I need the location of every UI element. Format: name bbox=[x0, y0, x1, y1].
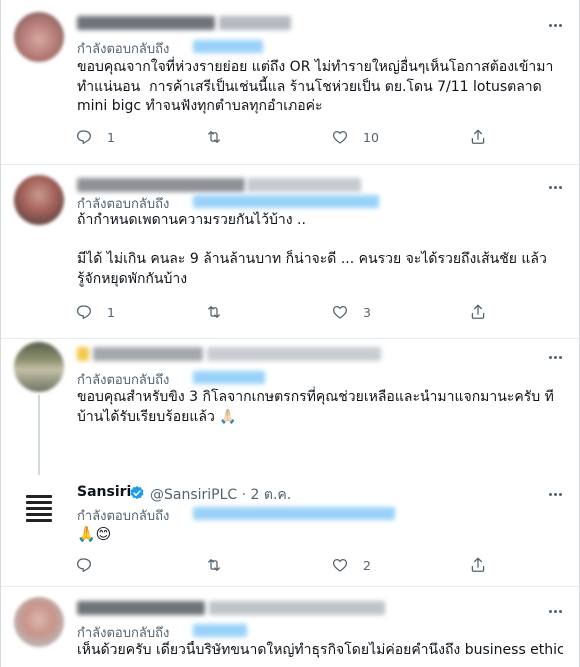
reply-tweet[interactable]: Sansiri @SansiriPLC · 2 ต.ค. กำลังตอบกลั… bbox=[1, 475, 579, 587]
reply-to-handle-redacted[interactable] bbox=[193, 371, 265, 384]
tweet-text: ขอบคุณสำหรับขิง 3 กิโลจากเกษตรกรที่คุณช่… bbox=[77, 389, 554, 425]
retweet-icon bbox=[208, 131, 220, 143]
author-handle-redacted[interactable] bbox=[207, 347, 381, 361]
like-count: 10 bbox=[363, 129, 379, 145]
like-icon bbox=[332, 130, 348, 144]
retweet-button[interactable] bbox=[205, 300, 223, 324]
reply-to-handle-redacted[interactable] bbox=[193, 507, 395, 520]
like-count: 2 bbox=[363, 557, 371, 573]
reply-to-label: กำลังตอบกลับถึง bbox=[77, 509, 170, 524]
reply-icon bbox=[76, 305, 92, 320]
reply-count: 1 bbox=[107, 304, 115, 320]
reply-to-handle-redacted[interactable] bbox=[193, 40, 263, 53]
reply-icon bbox=[76, 558, 92, 573]
more-icon[interactable] bbox=[545, 347, 565, 367]
avatar[interactable] bbox=[14, 175, 64, 225]
avatar[interactable] bbox=[14, 597, 64, 647]
tweet-text: ถ้ากำหนดเพดานความรวยกันไว้บ้าง .. มีได้ … bbox=[77, 212, 547, 287]
share-button[interactable] bbox=[469, 125, 487, 149]
reply-to-handle-redacted[interactable] bbox=[193, 195, 379, 208]
author-name-redacted[interactable] bbox=[77, 178, 245, 192]
more-icon[interactable] bbox=[545, 15, 565, 35]
reply-tweet[interactable]: กำลังตอบกลับถึง ถ้ากำหนดเพดานความรวยกันไ… bbox=[1, 165, 579, 340]
share-icon bbox=[471, 557, 485, 572]
reply-to-label: กำลังตอบกลับถึง bbox=[77, 626, 170, 641]
tweet-text: 🙏😊 bbox=[77, 525, 112, 543]
tweet-text: เห็นด้วยครับ เดี๋ยวนี้บริษัทขนาดใหญ่ทำธุ… bbox=[77, 642, 563, 658]
timeline: กำลังตอบกลับถึง ขอบคุณจากใจที่ห่วงรายย่อ… bbox=[0, 0, 580, 667]
retweet-icon bbox=[208, 559, 220, 571]
sansiri-logo[interactable] bbox=[14, 483, 64, 533]
author-handle[interactable]: @SansiriPLC · 2 ต.ค. bbox=[150, 484, 291, 506]
retweet-button[interactable] bbox=[205, 553, 223, 577]
tweet-actions: 2 bbox=[65, 553, 505, 577]
like-icon bbox=[332, 558, 348, 572]
reply-button[interactable]: 1 bbox=[75, 125, 115, 149]
reply-to-label: กำลังตอบกลับถึง bbox=[77, 373, 170, 388]
reply-tweet[interactable]: กำลังตอบกลับถึง ขอบคุณจากใจที่ห่วงรายย่อ… bbox=[1, 0, 579, 165]
share-button[interactable] bbox=[469, 553, 487, 577]
author-handle-redacted[interactable] bbox=[209, 601, 385, 615]
tweet-actions: 1 3 bbox=[65, 300, 505, 324]
verified-badge-icon bbox=[130, 486, 144, 500]
like-icon bbox=[332, 305, 348, 319]
reply-icon bbox=[76, 130, 92, 145]
avatar[interactable] bbox=[14, 12, 64, 62]
more-icon[interactable] bbox=[545, 177, 565, 197]
reply-to-handle-redacted[interactable] bbox=[193, 624, 247, 637]
share-icon bbox=[471, 129, 485, 144]
like-count: 3 bbox=[363, 304, 371, 320]
author-name-redacted[interactable] bbox=[77, 347, 89, 361]
reply-tweet[interactable]: กำลังตอบกลับถึง เห็นด้วยครับ เดี๋ยวนี้บร… bbox=[1, 587, 579, 667]
more-icon[interactable] bbox=[545, 601, 565, 621]
retweet-button[interactable] bbox=[205, 125, 223, 149]
like-button[interactable]: 2 bbox=[331, 553, 371, 577]
retweet-icon bbox=[208, 306, 220, 318]
avatar[interactable] bbox=[14, 342, 64, 392]
author-name-redacted[interactable] bbox=[93, 347, 203, 361]
tweet-text: ขอบคุณจากใจที่ห่วงรายย่อย แต่ถึง OR ไม่ท… bbox=[77, 59, 554, 114]
thread-connector bbox=[38, 395, 40, 475]
author-handle-redacted[interactable] bbox=[219, 16, 291, 30]
reply-tweet[interactable]: กำลังตอบกลับถึง ขอบคุณสำหรับขิง 3 กิโลจา… bbox=[1, 339, 579, 475]
share-icon bbox=[471, 304, 485, 319]
author-name-redacted[interactable] bbox=[77, 601, 205, 615]
reply-button[interactable]: 1 bbox=[75, 300, 115, 324]
like-button[interactable]: 10 bbox=[331, 125, 379, 149]
tweet-actions: 1 10 bbox=[65, 125, 505, 149]
like-button[interactable]: 3 bbox=[331, 300, 371, 324]
author-name[interactable]: Sansiri bbox=[77, 484, 131, 500]
reply-button[interactable] bbox=[75, 553, 93, 577]
more-icon[interactable] bbox=[545, 484, 565, 504]
share-button[interactable] bbox=[469, 300, 487, 324]
author-handle-redacted[interactable] bbox=[247, 178, 361, 192]
reply-count: 1 bbox=[107, 129, 115, 145]
reply-to-label: กำลังตอบกลับถึง bbox=[77, 42, 170, 57]
author-name-redacted[interactable] bbox=[77, 16, 215, 30]
